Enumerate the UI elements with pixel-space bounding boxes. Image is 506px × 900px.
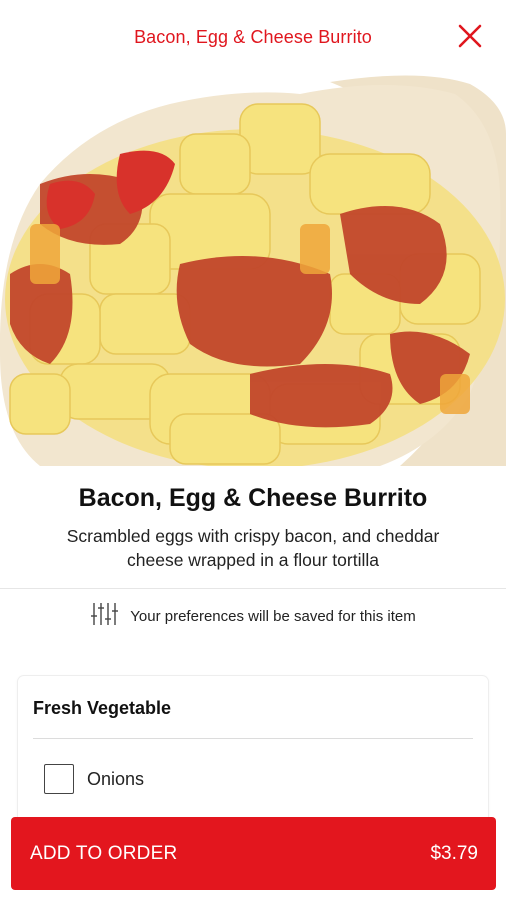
option-onions[interactable]: Onions [44, 764, 144, 794]
sliders-icon [90, 601, 120, 632]
add-to-order-button[interactable]: ADD TO ORDER $3.79 [11, 817, 496, 890]
preferences-note: Your preferences will be saved for this … [0, 600, 506, 632]
section-divider [33, 738, 473, 739]
header-title: Bacon, Egg & Cheese Burrito [134, 26, 372, 47]
preferences-text: Your preferences will be saved for this … [130, 607, 416, 625]
close-icon[interactable] [456, 22, 484, 50]
top-bar: Bacon, Egg & Cheese Burrito [0, 0, 506, 74]
option-label: Onions [87, 768, 145, 789]
section-heading: Fresh Vegetable [33, 698, 172, 718]
add-to-order-label: ADD TO ORDER [30, 842, 178, 864]
onions-checkbox[interactable] [44, 764, 74, 794]
item-description: Scrambled eggs with crispy bacon, and ch… [66, 526, 440, 570]
price-label: $3.79 [430, 842, 478, 864]
divider [0, 588, 506, 589]
burrito-photo [0, 74, 506, 466]
item-title: Bacon, Egg & Cheese Burrito [78, 484, 428, 512]
fresh-vegetable-card: Fresh Vegetable Onions [18, 676, 488, 836]
